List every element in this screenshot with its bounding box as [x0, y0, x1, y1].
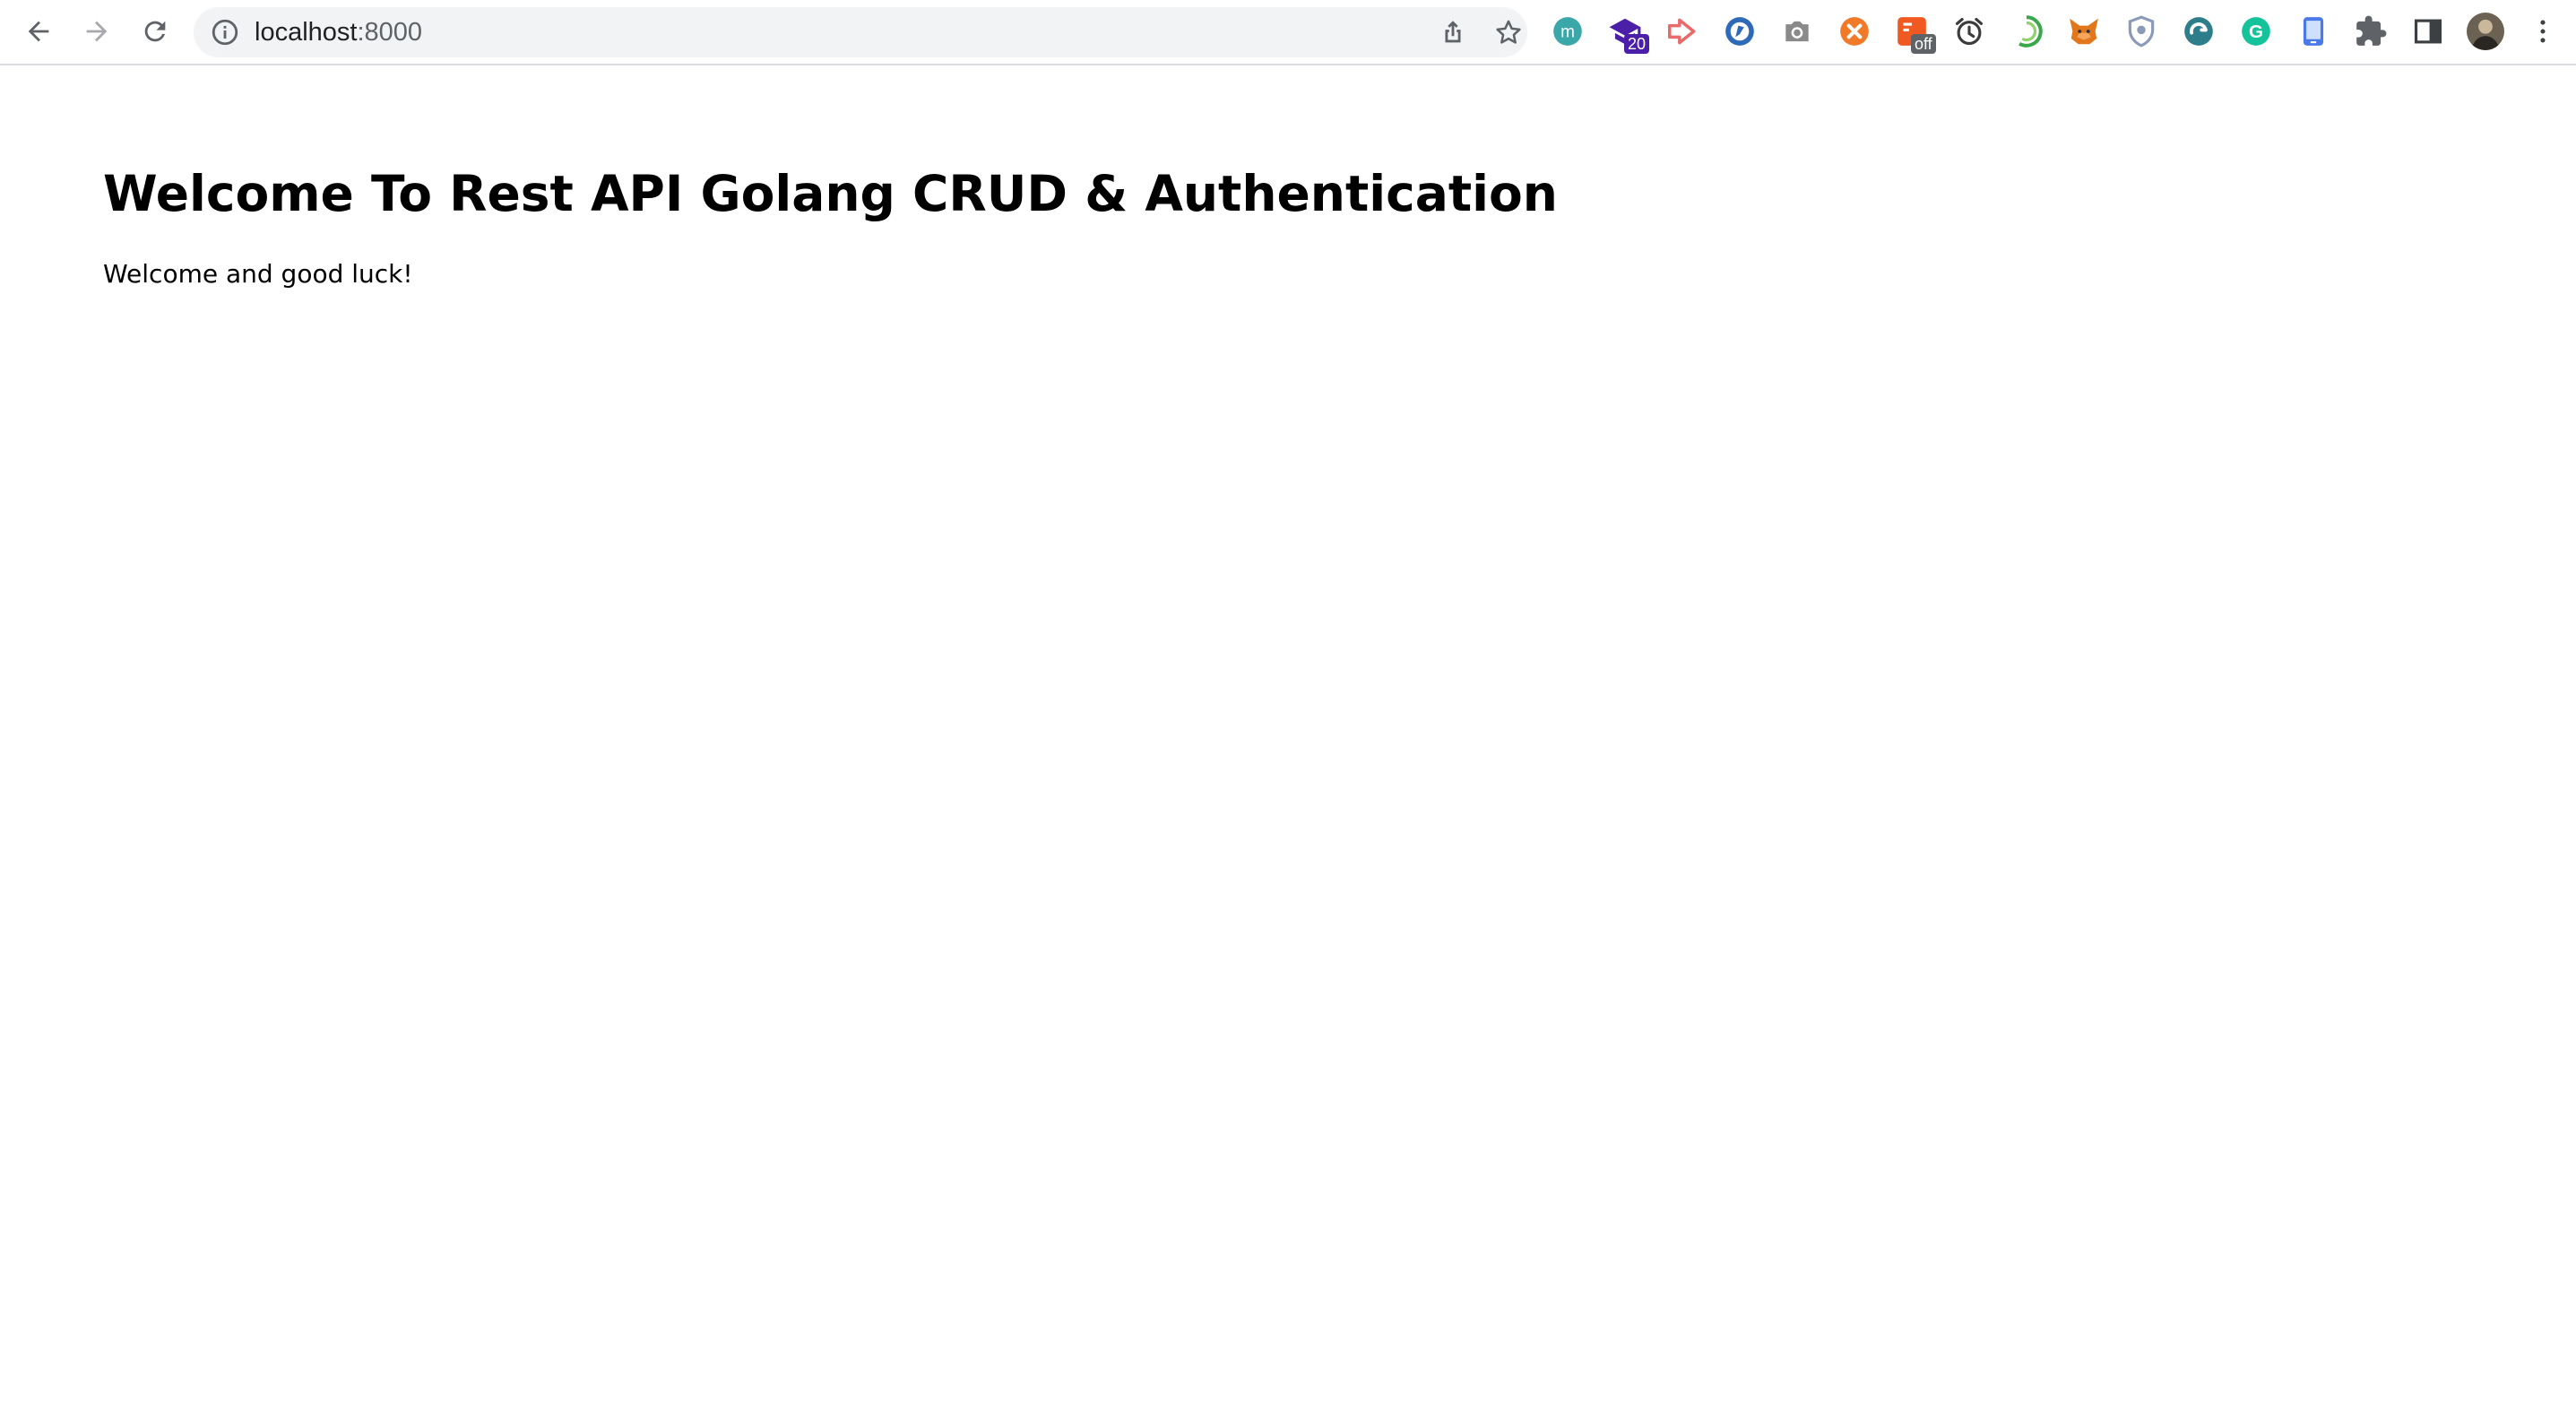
m-letter: m [1560, 22, 1575, 41]
teal-circle-extension-icon[interactable] [2182, 14, 2216, 48]
avatar-icon [2467, 13, 2504, 50]
grammarly-extension-icon[interactable]: G [2239, 14, 2273, 48]
arrow-left-icon [28, 21, 49, 42]
profile-avatar[interactable] [2467, 13, 2504, 50]
puzzle-icon [2356, 15, 2387, 46]
address-bar-url: localhost:8000 [255, 7, 422, 57]
red-arrow-extension-icon[interactable] [1665, 14, 1699, 48]
browser-window: localhost:8000 m 20 off G Welcome To Res… [0, 0, 2576, 1411]
extension-badge-count: 20 [1624, 34, 1650, 54]
address-bar[interactable]: localhost:8000 [194, 7, 1527, 57]
fox-extension-icon[interactable] [2067, 14, 2101, 48]
m-extension-icon[interactable]: m [1551, 14, 1585, 48]
alarm-clock-extension-icon[interactable] [1952, 14, 1986, 48]
more-vertical-icon [2540, 20, 2546, 43]
forward-button[interactable] [73, 8, 120, 55]
green-ring-extension-icon[interactable] [2010, 14, 2044, 48]
back-button[interactable] [15, 8, 62, 55]
browser-menu-button[interactable] [2528, 14, 2558, 48]
blue-circle-extension-icon[interactable] [1723, 14, 1757, 48]
reload-button[interactable] [132, 8, 178, 55]
grammarly-letter: G [2249, 22, 2263, 42]
extension-badge-off: off [1911, 34, 1936, 54]
info-icon[interactable] [210, 17, 240, 48]
graduation-cap-extension-icon[interactable]: 20 [1608, 14, 1650, 54]
side-panel-button[interactable] [2411, 14, 2445, 48]
page-content: Welcome To Rest API Golang CRUD & Authen… [0, 65, 2576, 1411]
orange-square-extension-icon[interactable]: off [1895, 14, 1936, 54]
page-title: Welcome To Rest API Golang CRUD & Authen… [103, 165, 1558, 222]
phone-extension-icon[interactable] [2296, 14, 2330, 48]
reload-icon [144, 21, 166, 42]
arrow-right-icon [86, 21, 108, 42]
camera-extension-icon[interactable] [1780, 14, 1814, 48]
extensions-puzzle-button[interactable] [2354, 14, 2388, 48]
orange-circle-extension-icon[interactable] [1837, 14, 1871, 48]
star-icon[interactable] [1493, 17, 1524, 48]
welcome-message: Welcome and good luck! [103, 259, 413, 289]
side-panel-icon [2414, 19, 2442, 44]
url-port: :8000 [357, 18, 423, 47]
browser-toolbar: localhost:8000 m 20 off G [0, 0, 2576, 65]
shield-extension-icon[interactable] [2124, 14, 2158, 48]
share-icon[interactable] [1438, 17, 1468, 48]
url-host: localhost [255, 18, 358, 47]
